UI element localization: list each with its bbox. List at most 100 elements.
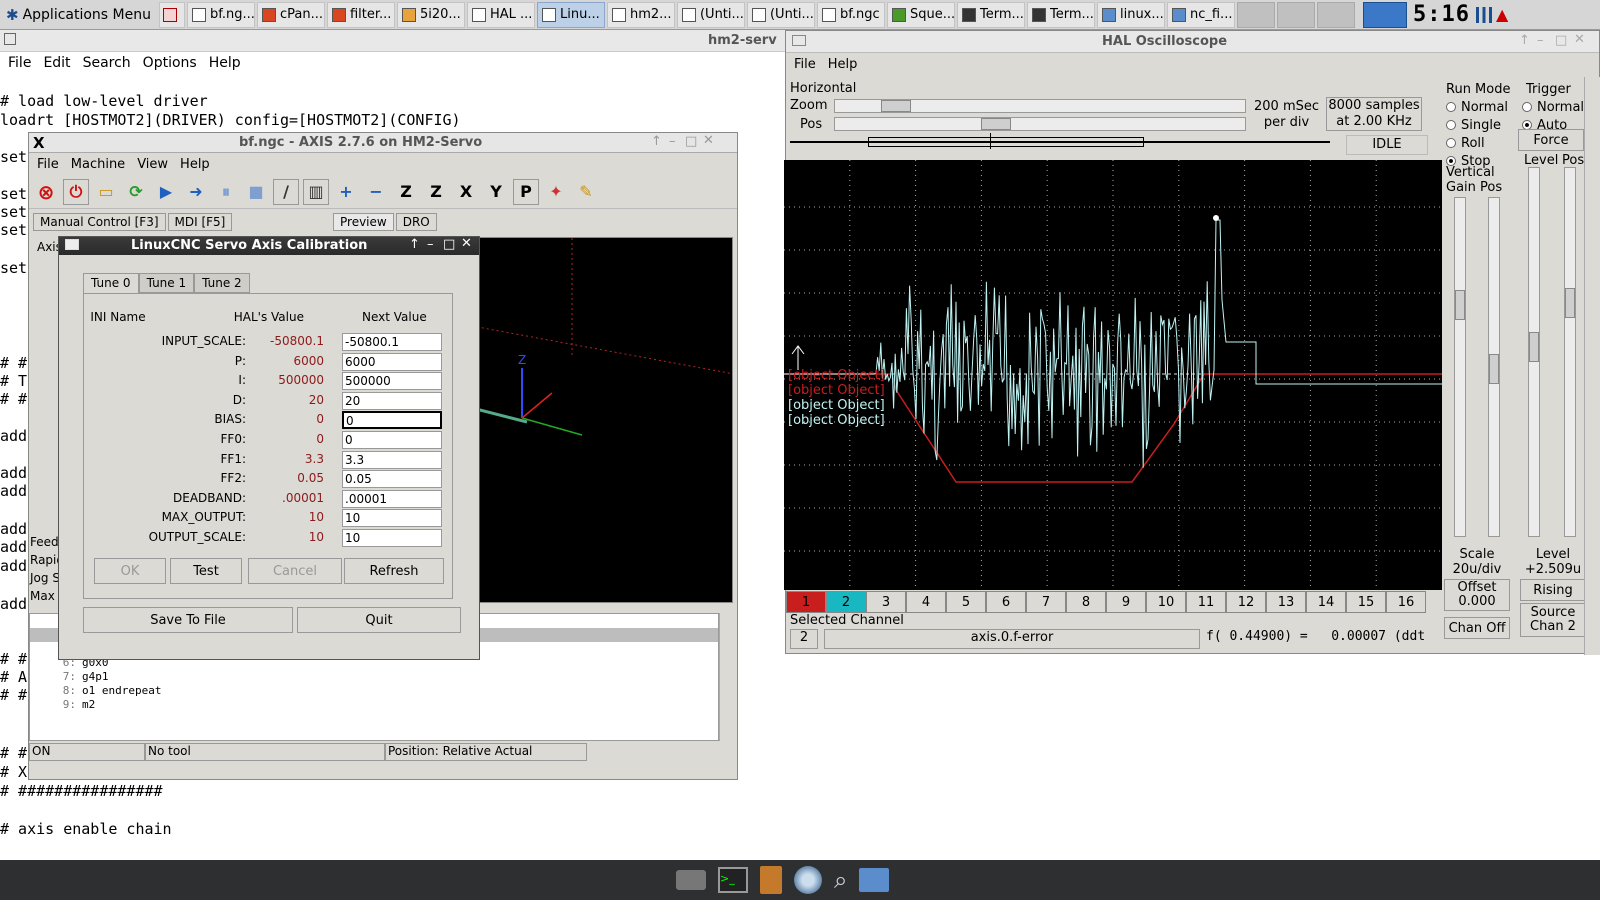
axis-menu-view[interactable]: View bbox=[137, 157, 168, 172]
dock-terminal-icon[interactable]: >_ bbox=[718, 867, 748, 893]
hal-menu-file[interactable]: File bbox=[794, 57, 816, 72]
channel-11-button[interactable]: 11 bbox=[1186, 591, 1226, 613]
editor-line[interactable]: # # bbox=[0, 650, 27, 668]
channel-12-button[interactable]: 12 bbox=[1226, 591, 1266, 613]
clear-plot-icon[interactable]: ✎ bbox=[573, 179, 599, 205]
editor-line[interactable]: set bbox=[0, 221, 27, 239]
param-next-value-input[interactable]: .00001 bbox=[342, 489, 442, 508]
trigger-level-slider[interactable] bbox=[1528, 167, 1540, 537]
task-button[interactable]: bf.ngc bbox=[816, 1, 885, 28]
param-next-value-input[interactable]: 10 bbox=[342, 529, 442, 547]
run-mode-single-radio[interactable]: Single bbox=[1446, 117, 1510, 135]
editor-line[interactable]: add bbox=[0, 538, 27, 556]
tab-mdi[interactable]: MDI [F5] bbox=[167, 213, 233, 231]
channel-15-button[interactable]: 15 bbox=[1346, 591, 1386, 613]
channel-5-button[interactable]: 5 bbox=[946, 591, 986, 613]
vertical-gain-thumb[interactable] bbox=[1455, 290, 1465, 320]
editor-line[interactable]: add bbox=[0, 464, 27, 482]
channel-1-button[interactable]: 1 bbox=[786, 591, 826, 613]
dock-archive-icon[interactable] bbox=[760, 866, 782, 894]
view-p-icon[interactable]: P bbox=[513, 178, 539, 205]
save-to-file-button[interactable]: Save To File bbox=[83, 607, 293, 633]
channel-8-button[interactable]: 8 bbox=[1066, 591, 1106, 613]
trigger-pos-thumb[interactable] bbox=[1565, 288, 1575, 318]
pos-slider[interactable] bbox=[834, 117, 1246, 131]
gcode-line[interactable]: 9: m2 bbox=[30, 698, 718, 712]
trigger-source-button[interactable]: Source Chan 2 bbox=[1520, 603, 1586, 637]
task-button[interactable]: linux... bbox=[1096, 1, 1165, 28]
editor-line[interactable]: # axis enable chain bbox=[0, 820, 172, 838]
task-button[interactable]: filter... bbox=[326, 1, 395, 28]
param-next-value-input[interactable]: 0 bbox=[342, 411, 442, 430]
axis-menu-machine[interactable]: Machine bbox=[71, 157, 125, 172]
param-next-value-input[interactable]: 10 bbox=[342, 509, 442, 528]
editor-menu-edit[interactable]: Edit bbox=[43, 55, 70, 71]
editor-line[interactable]: set bbox=[0, 203, 27, 221]
hal-scrollbar[interactable] bbox=[1584, 77, 1600, 655]
dock-folder-icon[interactable] bbox=[859, 868, 890, 892]
channel-4-button[interactable]: 4 bbox=[906, 591, 946, 613]
pause-icon[interactable]: ⏸ bbox=[213, 179, 239, 205]
task-button[interactable]: Term... bbox=[1026, 1, 1095, 28]
calib-close-icon[interactable]: ✕ bbox=[461, 236, 472, 251]
param-next-value-input[interactable]: -50800.1 bbox=[342, 333, 442, 351]
scope-display[interactable]: [object Object] [object Object] [object Ob… bbox=[784, 160, 1442, 590]
stop-icon[interactable]: ■ bbox=[243, 179, 269, 205]
editor-line[interactable]: add bbox=[0, 595, 27, 613]
ok-button[interactable]: OK bbox=[94, 558, 166, 584]
workspace-blank-3[interactable] bbox=[1316, 1, 1355, 28]
task-button[interactable]: bf.ng... bbox=[186, 1, 255, 28]
offset-button[interactable]: Offset 0.000 bbox=[1444, 579, 1510, 611]
tab-tune-1[interactable]: Tune 1 bbox=[138, 273, 195, 293]
zoom-out-icon[interactable]: − bbox=[363, 179, 389, 205]
editor-line[interactable]: # # bbox=[0, 354, 27, 372]
tab-manual-control[interactable]: Manual Control [F3] bbox=[33, 213, 166, 231]
editor-line[interactable]: add bbox=[0, 520, 27, 538]
param-next-value-input[interactable]: 3.3 bbox=[342, 450, 442, 469]
param-next-value-input[interactable]: 500000 bbox=[342, 372, 442, 391]
rotate-view-icon[interactable]: ✦ bbox=[543, 179, 569, 205]
zoom-in-icon[interactable]: + bbox=[333, 179, 359, 205]
editor-menu-file[interactable]: File bbox=[8, 55, 31, 71]
hal-minimize-icon[interactable]: – bbox=[1537, 33, 1544, 48]
channel-3-button[interactable]: 3 bbox=[866, 591, 906, 613]
calib-up-icon[interactable]: ↑ bbox=[409, 237, 420, 252]
param-next-value-input[interactable]: 0 bbox=[342, 431, 442, 449]
reload-icon[interactable]: ⟳ bbox=[123, 179, 149, 205]
editor-line[interactable]: # T bbox=[0, 372, 27, 390]
force-trigger-button[interactable]: Force bbox=[1518, 129, 1584, 151]
hal-maximize-icon[interactable]: □ bbox=[1555, 33, 1567, 48]
channel-7-button[interactable]: 7 bbox=[1026, 591, 1066, 613]
channel-6-button[interactable]: 6 bbox=[986, 591, 1026, 613]
channel-16-button[interactable]: 16 bbox=[1386, 591, 1426, 613]
run-icon[interactable]: ▶ bbox=[153, 179, 179, 205]
machine-power-icon[interactable]: ⏻ bbox=[63, 178, 89, 205]
editor-menu-options[interactable]: Options bbox=[143, 55, 197, 71]
selected-channel-signal[interactable]: axis.0.f-error bbox=[824, 629, 1200, 649]
refresh-button[interactable]: Refresh bbox=[344, 558, 444, 584]
optional-stop-icon[interactable]: ▥ bbox=[303, 178, 329, 205]
editor-line[interactable]: loadrt [HOSTMOT2](DRIVER) config=[HOSTMO… bbox=[0, 111, 461, 129]
editor-line[interactable]: add bbox=[0, 482, 27, 500]
trigger-pos-slider[interactable] bbox=[1564, 167, 1576, 537]
calib-minimize-icon[interactable]: – bbox=[427, 237, 434, 252]
dock-browser-icon[interactable] bbox=[794, 866, 822, 894]
view-y-icon[interactable]: Y bbox=[483, 179, 509, 205]
editor-line[interactable]: # ################ bbox=[0, 782, 163, 800]
editor-line[interactable]: # # bbox=[0, 686, 27, 704]
hal-menu-help[interactable]: Help bbox=[828, 57, 858, 72]
axis-titlebar-up-icon[interactable]: ↑ bbox=[651, 134, 662, 149]
editor-line[interactable]: # # bbox=[0, 390, 27, 408]
task-button[interactable]: hm2... bbox=[606, 1, 675, 28]
selected-channel-number[interactable]: 2 bbox=[790, 629, 818, 649]
step-icon[interactable]: ➜ bbox=[183, 179, 209, 205]
editor-line[interactable]: set bbox=[0, 259, 27, 277]
tab-preview[interactable]: Preview bbox=[333, 213, 394, 231]
task-button[interactable]: cPan... bbox=[256, 1, 325, 28]
editor-line[interactable]: # load low-level driver bbox=[0, 92, 208, 110]
param-next-value-input[interactable]: 20 bbox=[342, 391, 442, 410]
editor-menu-search[interactable]: Search bbox=[83, 55, 131, 71]
run-mode-normal-radio[interactable]: Normal bbox=[1446, 99, 1510, 117]
gcode-scrollbar[interactable] bbox=[719, 613, 735, 741]
workspace-blank-1[interactable] bbox=[1236, 1, 1275, 28]
